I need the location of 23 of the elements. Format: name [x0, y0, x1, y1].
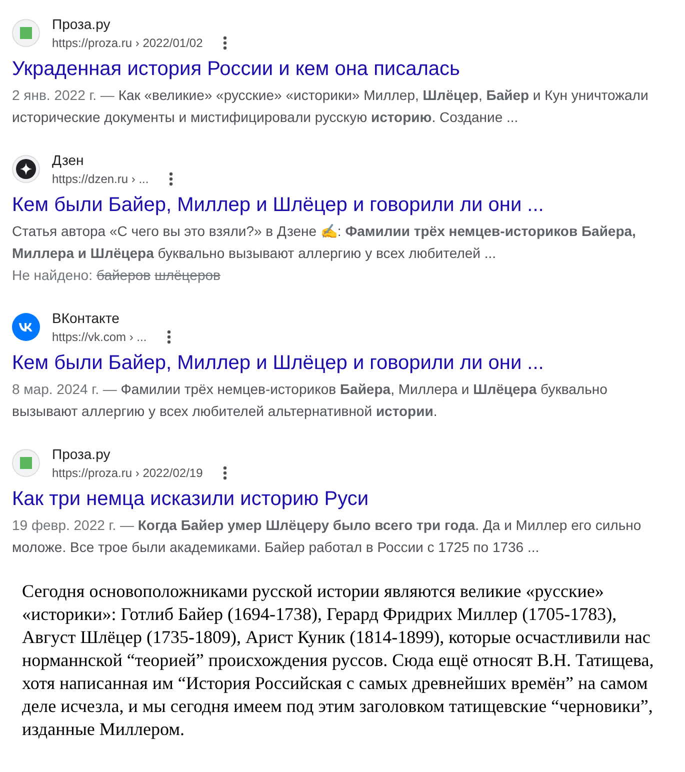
square-logo-icon: [12, 19, 40, 47]
vk-logo-icon: [12, 313, 40, 341]
result-title-link[interactable]: Как три немца исказили историю Руси: [12, 486, 369, 512]
result-title-link[interactable]: Украденная история России и кем она писалась: [12, 56, 460, 82]
site-url: https://vk.com › ...: [52, 329, 147, 346]
site-name: Проза.ру: [52, 15, 112, 34]
site-name: Дзен: [52, 151, 85, 170]
not-found-label: Не найдено:: [12, 266, 92, 285]
result-snippet: 2 янв. 2022 г. — Как «великие» «русские» «историки» Миллер, Шлёцер, Байер и Кун уничтожали исторические документы и мистифицировали русскую историю. Создание ...: [12, 86, 650, 127]
missing-term: шлёцеров: [154, 266, 220, 285]
site-url: https://proza.ru › 2022/02/19: [52, 465, 203, 482]
site-name: ВКонтакте: [52, 309, 120, 328]
quote-paragraph: Сегодня основоположниками русской истории являются великие «русские» «историки»: Готлиб Байер (1694-1738), Герард Фридрих Миллер (1705-1783), Август Шлёцер (1735-1809), Арист Куник (1814-1899), которые осчастливили нас норманнской “теорией” происхождения руссов. Сюда ещё относят В.Н. Татищева, хотя написанная им “История Российская с самых древнейших времён” на самом деле исчезла, и мы сегодня имеем под этим заголовком татищевские “черновики”, изданные Миллером.: [22, 580, 655, 741]
result-snippet: Статья автора «С чего вы это взяли?» в Дзене ✍: Фамилии трёх немцев-историков Байера, Миллера и Шлёцера буквально вызывают аллергию у всех любителей ...: [12, 222, 637, 263]
site-url: https://dzen.ru › ...: [52, 171, 149, 188]
result-snippet: 19 февр. 2022 г. — Когда Байер умер Шлёцеру было всего три года. Да и Миллер его сильно моложе. Все трое были академиками. Байер работал в России с 1725 по 1736 ...: [12, 516, 642, 557]
site-name: Проза.ру: [52, 445, 112, 464]
missing-term: байеров: [96, 266, 151, 285]
result-snippet: 8 мар. 2024 г. — Фамилии трёх немцев-историков Байера, Миллера и Шлёцера буквально вызывают аллергию у всех любителей альтернативной истории.: [12, 380, 608, 421]
site-url: https://proza.ru › 2022/01/02: [52, 35, 203, 52]
result-title-link[interactable]: Кем были Байер, Миллер и Шлёцер и говорили ли они ...: [12, 192, 544, 218]
square-logo-icon: [12, 449, 40, 477]
result-title-link[interactable]: Кем были Байер, Миллер и Шлёцер и говорили ли они ...: [12, 350, 544, 376]
